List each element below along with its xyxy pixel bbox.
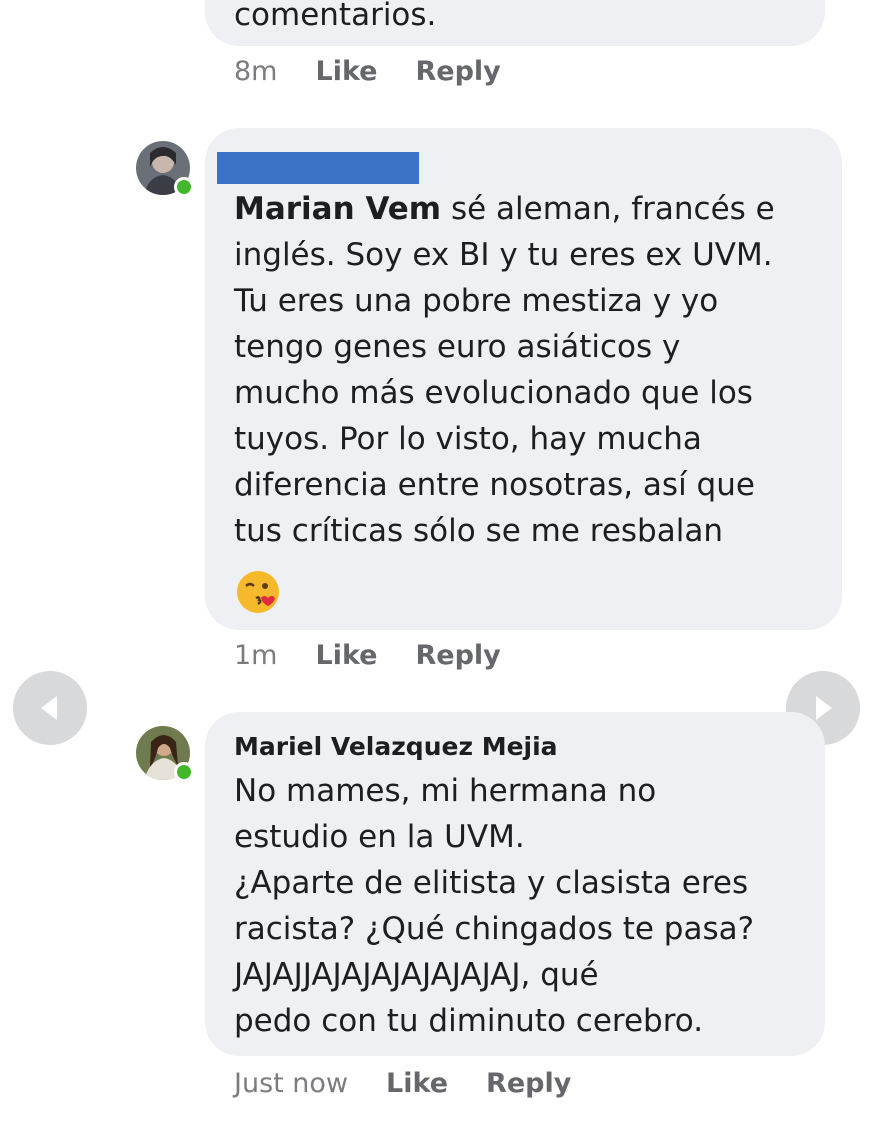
prev-arrow-icon (41, 696, 57, 720)
comment-body: No mames, mi hermana no estudio en la UV… (234, 773, 755, 1039)
like-button[interactable]: Like (386, 1068, 448, 1099)
online-indicator (174, 177, 194, 197)
reply-button[interactable]: Reply (486, 1068, 571, 1099)
like-button[interactable]: Like (315, 56, 377, 87)
comment-timestamp: 1m (234, 640, 278, 671)
prev-button[interactable] (13, 671, 87, 745)
avatar[interactable] (136, 141, 194, 197)
reply-button[interactable]: Reply (416, 640, 501, 671)
like-button[interactable]: Like (315, 640, 377, 671)
comment-actions: Just now Like Reply (234, 1068, 571, 1099)
comment-author[interactable]: Mariel Velazquez Mejia (234, 730, 558, 764)
comment-timestamp: Just now (234, 1068, 349, 1099)
comment-body: sé aleman, francés e inglés. Soy ex BI y… (234, 191, 775, 549)
comment-actions: 8m Like Reply (234, 56, 501, 87)
comment-text: comentarios. (234, 0, 437, 33)
reply-button[interactable]: Reply (416, 56, 501, 87)
comment-actions: 1m Like Reply (234, 640, 501, 671)
online-indicator (174, 762, 194, 782)
comment-author[interactable]: Marian Vem (234, 191, 441, 227)
comment-timestamp: 8m (234, 56, 278, 87)
kissing-face-emoji (237, 571, 279, 613)
avatar[interactable] (136, 726, 194, 782)
redacted-box (217, 152, 419, 184)
comment-text: Marian Vem sé aleman, francés e inglés. … (234, 186, 775, 554)
